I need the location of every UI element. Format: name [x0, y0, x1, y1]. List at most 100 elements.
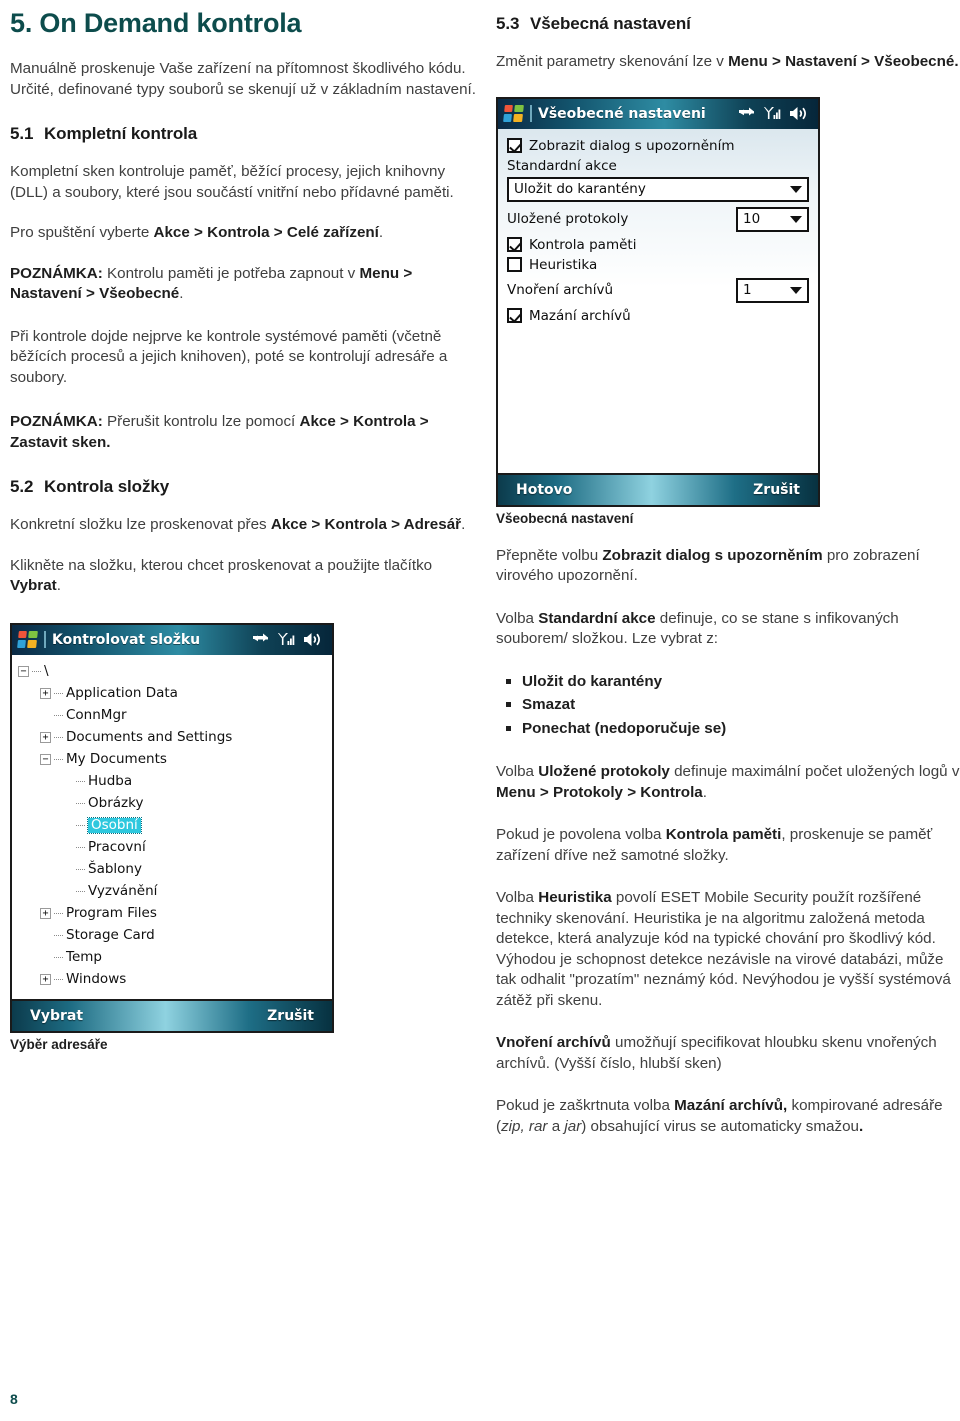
archive-nesting-label: Vnoření archívů: [507, 282, 614, 299]
tree-item[interactable]: Hudba: [18, 771, 328, 793]
volume-icon[interactable]: [303, 632, 322, 647]
paragraph-start-scan: Pro spuštění vyberte Akce > Kontrola > C…: [10, 223, 480, 244]
delete-archives-checkbox[interactable]: [507, 308, 522, 324]
text-run: Volba: [496, 609, 539, 627]
tree-connector: [54, 692, 63, 695]
section-heading-5-3: 5.3 Všebecná nastavení: [496, 14, 960, 34]
show-alert-dialog-label: Zobrazit dialog s upozorněním: [529, 137, 735, 154]
memory-scan-label: Kontrola paměti: [529, 236, 637, 253]
done-button[interactable]: Hotovo: [516, 482, 572, 498]
tree-item[interactable]: Obrázky: [18, 793, 328, 815]
default-action-options-list: Uložit do karantény Smazat Ponechat (nedo…: [496, 670, 960, 741]
tree-item[interactable]: + Documents and Settings: [18, 727, 328, 749]
titlebar-divider: [530, 105, 532, 123]
tree-item[interactable]: + Program Files: [18, 903, 328, 925]
folder-chooser-softkey-bar: Vybrat Zrušit: [12, 998, 332, 1031]
tree-connector: [76, 846, 85, 849]
tree-collapse-icon[interactable]: −: [18, 666, 29, 678]
tree-expand-icon[interactable]: +: [40, 732, 51, 744]
select-button[interactable]: Vybrat: [30, 1008, 83, 1024]
cancel-button[interactable]: Zrušit: [753, 482, 800, 498]
tree-item[interactable]: ConnMgr: [18, 705, 328, 727]
text-run: .: [461, 516, 466, 534]
connectivity-icon[interactable]: [737, 106, 756, 121]
page-title: 5. On Demand kontrola: [10, 8, 302, 38]
heuristics-checkbox[interactable]: [507, 257, 522, 273]
settings-titlebar: Všeobecné nastaveni: [498, 98, 818, 129]
tree-connector: [54, 912, 63, 915]
show-alert-dialog-row[interactable]: Zobrazit dialog s upozorněním: [507, 138, 809, 154]
folder-tree[interactable]: − \ + Application Data ConnMgr + Documents and…: [12, 654, 332, 999]
delete-archives-label: Mazání archívů: [529, 307, 631, 324]
tree-connector: [54, 956, 63, 959]
text-run: .: [179, 285, 184, 303]
left-column: 5. On Demand kontrola Manuálně proskenuj…: [10, 0, 480, 1052]
text-run: Volba: [496, 763, 539, 781]
option-name: Zobrazit dialog s upozorněním: [602, 546, 823, 564]
tree-item[interactable]: Temp: [18, 947, 328, 969]
signal-icon[interactable]: [278, 632, 295, 648]
text-run: Pro spuštění vyberte: [10, 224, 154, 242]
volume-icon[interactable]: [789, 106, 808, 121]
list-item: Uložit do karantény: [504, 670, 960, 694]
text-run: .: [378, 224, 384, 242]
text-run: Přepněte volbu: [496, 546, 603, 564]
default-action-select[interactable]: Uložit do karantény: [507, 176, 809, 202]
windows-logo-icon[interactable]: [503, 105, 525, 123]
tree-item[interactable]: + Windows: [18, 969, 328, 991]
tree-connector: [76, 868, 85, 871]
delete-archives-row[interactable]: Mazání archívů: [507, 308, 809, 324]
heuristics-label: Heuristika: [529, 256, 598, 273]
tree-item[interactable]: − \: [18, 661, 328, 683]
tree-item-label: \: [44, 662, 49, 679]
tree-connector: [32, 670, 41, 673]
tree-expand-icon[interactable]: +: [40, 688, 51, 700]
saved-logs-select[interactable]: 10: [736, 206, 809, 232]
archive-nesting-select[interactable]: 1: [736, 277, 809, 303]
signal-icon[interactable]: [764, 106, 781, 122]
default-action-value: Uložit do karantény: [514, 181, 646, 198]
button-name: Vybrat: [10, 577, 57, 595]
tree-item[interactable]: Vyzvánění: [18, 881, 328, 903]
paragraph-scan-order: Při kontrole dojde nejprve ke kontrole s…: [10, 327, 448, 386]
paragraph-memory-scan: Pokud je povolena volba Kontrola paměti,…: [496, 825, 960, 866]
windows-logo-icon[interactable]: [17, 631, 39, 649]
connectivity-icon[interactable]: [251, 632, 270, 647]
paragraph-alert-dialog: Přepněte volbu Zobrazit dialog s upozorn…: [496, 546, 960, 587]
tree-item[interactable]: − My Documents: [18, 749, 328, 771]
tree-connector: [54, 758, 63, 761]
general-settings-screenshot: Všeobecné nastaveni Zobrazit dialog s up…: [496, 96, 820, 507]
paragraph-delete-archives: Pokud je zaškrtnuta volba Mazání archívů…: [496, 1096, 960, 1137]
page-number: 8: [10, 1391, 18, 1407]
tree-connector: [76, 802, 85, 805]
menu-path: Akce > Kontrola > Adresář: [270, 516, 462, 534]
tree-connector: [54, 714, 63, 717]
tree-item[interactable]: Pracovní: [18, 837, 328, 859]
titlebar-status-icons: [737, 106, 812, 122]
tree-item-label: ConnMgr: [66, 706, 127, 723]
tree-expand-icon[interactable]: +: [40, 974, 51, 986]
tree-item[interactable]: Storage Card: [18, 925, 328, 947]
cancel-button[interactable]: Zrušit: [267, 1008, 314, 1024]
note-memory-scan: POZNÁMKA: Kontrolu paměti je potřeba zap…: [10, 264, 480, 305]
section-number: 5.3: [496, 14, 520, 33]
memory-scan-checkbox[interactable]: [507, 237, 522, 253]
heuristics-row[interactable]: Heuristika: [507, 257, 809, 273]
tree-connector: [54, 978, 63, 981]
text-run: Pokud je zaškrtnuta volba: [496, 1097, 675, 1115]
tree-item[interactable]: Osobní: [18, 815, 328, 837]
show-alert-dialog-checkbox[interactable]: [507, 138, 522, 154]
paragraph-archive-nesting: Vnoření archívů umožňují specifikovat hl…: [496, 1033, 960, 1074]
tree-item[interactable]: + Application Data: [18, 683, 328, 705]
tree-item[interactable]: Šablony: [18, 859, 328, 881]
tree-collapse-icon[interactable]: −: [40, 754, 51, 766]
tree-expand-icon[interactable]: +: [40, 908, 51, 920]
text-run: a: [547, 1117, 565, 1135]
chevron-down-icon: [790, 185, 802, 193]
memory-scan-row[interactable]: Kontrola paměti: [507, 237, 809, 253]
